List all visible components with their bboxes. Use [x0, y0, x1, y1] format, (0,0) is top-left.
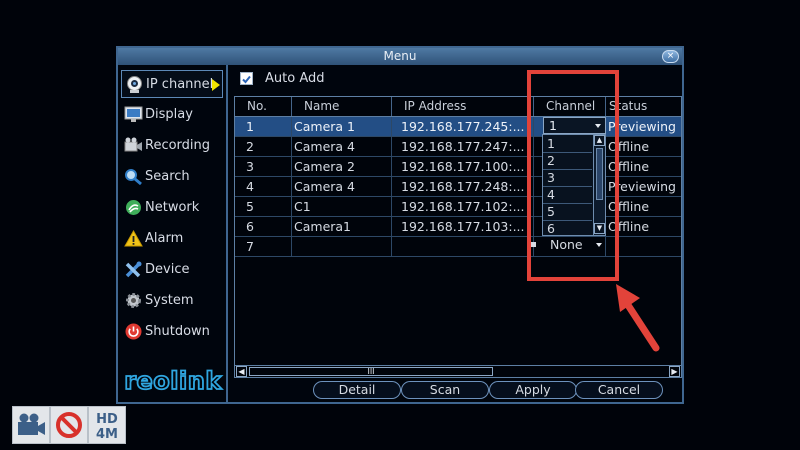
cell-no: 2	[235, 137, 292, 157]
sidebar-item-label: Recording	[145, 138, 211, 153]
auto-add-checkbox[interactable]	[240, 72, 253, 85]
cell-ip: 192.168.177.102:...	[392, 197, 534, 217]
sidebar-item-ip-channel[interactable]: IP channel	[121, 70, 223, 98]
cell-ip: 192.168.177.245:...	[392, 117, 534, 137]
sidebar-item-network[interactable]: Network	[121, 194, 223, 222]
cell-no: 4	[235, 177, 292, 197]
sidebar-item-search[interactable]: Search	[121, 163, 223, 191]
apply-button[interactable]: Apply	[489, 381, 577, 399]
scan-button[interactable]: Scan	[401, 381, 489, 399]
disabled-status	[50, 406, 88, 444]
no-symbol-icon	[56, 412, 82, 438]
cell-ip	[392, 237, 534, 257]
cancel-button[interactable]: Cancel	[575, 381, 663, 399]
monitor-icon	[124, 106, 143, 122]
cell-no: 7	[235, 237, 292, 257]
sidebar-item-system[interactable]: System	[121, 287, 223, 315]
annotation-arrow-icon	[616, 284, 660, 352]
sidebar-item-shutdown[interactable]: Shutdown	[121, 318, 223, 346]
brand-text: reolink	[124, 368, 222, 394]
hd-badge-line1: HD	[96, 412, 118, 427]
gear-icon	[126, 293, 141, 308]
window-titlebar: Menu ×	[118, 48, 682, 65]
col-header-name: Name	[292, 97, 392, 116]
cell-name	[292, 237, 392, 257]
scroll-thumb[interactable]: III	[249, 367, 493, 376]
sidebar-item-label: Device	[145, 262, 190, 277]
cell-name: C1	[292, 197, 392, 217]
sidebar-item-recording[interactable]: Recording	[121, 132, 223, 160]
sidebar-item-label: System	[145, 293, 194, 308]
sidebar-item-label: Network	[145, 200, 200, 215]
cell-ip: 192.168.177.247:...	[392, 137, 534, 157]
cell-no: 1	[235, 117, 292, 137]
record-status	[12, 406, 50, 444]
video-camera-icon	[18, 413, 45, 435]
cell-name: Camera1	[292, 217, 392, 237]
sidebar-item-label: Alarm	[145, 231, 184, 246]
network-globe-icon	[126, 200, 141, 215]
close-button[interactable]: ×	[662, 50, 679, 63]
sidebar-item-label: IP channel	[146, 77, 214, 92]
cell-no: 5	[235, 197, 292, 217]
active-arrow-icon	[212, 79, 220, 91]
hd-badge-line2: 4M	[96, 427, 118, 442]
window-title: Menu	[383, 49, 417, 63]
cell-ip: 192.168.177.100:...	[392, 157, 534, 177]
screen: Menu × IP channel Display Recording Sear…	[0, 0, 800, 450]
cell-ip: 192.168.177.248:...	[392, 177, 534, 197]
sidebar-item-display[interactable]: Display	[121, 101, 223, 129]
col-header-ip: IP Address	[392, 97, 534, 116]
sidebar-item-label: Display	[145, 107, 193, 122]
cell-name: Camera 4	[292, 137, 392, 157]
detail-button[interactable]: Detail	[313, 381, 401, 399]
warning-triangle-icon	[124, 230, 143, 247]
scroll-left-icon[interactable]: ◀	[236, 366, 247, 377]
reolink-logo: reolink	[123, 368, 222, 394]
magnifier-icon	[125, 169, 142, 185]
scroll-right-icon[interactable]: ▶	[669, 366, 680, 377]
sidebar-item-label: Shutdown	[145, 324, 210, 339]
annotation-highlight-box	[527, 70, 619, 281]
video-camera-icon	[124, 137, 142, 152]
webcam-icon	[127, 76, 142, 93]
sidebar-item-alarm[interactable]: Alarm	[121, 225, 223, 253]
cell-name: Camera 2	[292, 157, 392, 177]
cell-name: Camera 4	[292, 177, 392, 197]
cell-ip: 192.168.177.103:...	[392, 217, 534, 237]
sidebar-item-label: Search	[145, 169, 190, 184]
tools-icon	[125, 261, 142, 278]
sidebar-item-device[interactable]: Device	[121, 256, 223, 284]
cell-no: 6	[235, 217, 292, 237]
cell-no: 3	[235, 157, 292, 177]
power-icon	[125, 323, 142, 340]
auto-add-label: Auto Add	[265, 71, 325, 86]
checkmark-icon	[242, 75, 251, 84]
horizontal-scrollbar[interactable]: ◀ III ▶	[235, 365, 681, 377]
sidebar: IP channel Display Recording Search Netw…	[118, 65, 228, 402]
hd-badge-icon: HD 4M	[96, 412, 118, 442]
cell-name: Camera 1	[292, 117, 392, 137]
col-header-no: No.	[235, 97, 292, 116]
resolution-badge: HD 4M	[88, 406, 126, 444]
